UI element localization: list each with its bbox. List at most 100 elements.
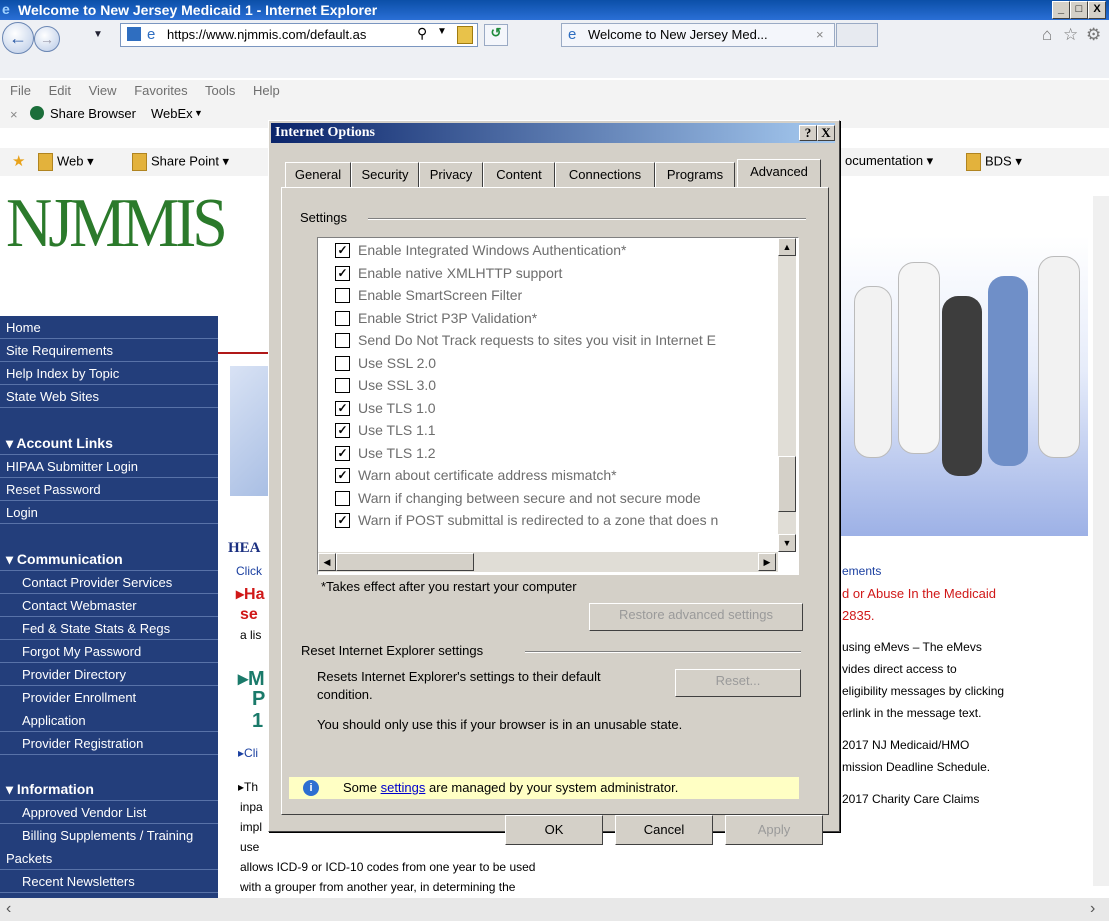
fav-share-point[interactable]: Share Point ▾ [132, 153, 229, 171]
checked-checkbox[interactable]: ✓ [335, 445, 350, 461]
setting-item[interactable]: Use SSL 3.0 [335, 377, 436, 393]
setting-item[interactable]: ✓ Use TLS 1.1 [335, 422, 436, 438]
cancel-button[interactable]: Cancel [615, 815, 713, 845]
menu-view[interactable]: View [89, 83, 117, 98]
scroll-left-small-icon[interactable]: ◀ [318, 553, 336, 571]
apply-button[interactable]: Apply [725, 815, 823, 845]
close-toolbar-icon[interactable]: × [10, 107, 18, 122]
webex-button[interactable]: WebEx [151, 106, 193, 121]
nav-communication-header[interactable]: ▾ Communication [0, 548, 218, 571]
nav-home[interactable]: Home [0, 316, 218, 339]
forward-button[interactable]: → [34, 26, 60, 52]
search-icon[interactable]: ⚲ [417, 25, 427, 42]
tab-programs[interactable]: Programs [655, 162, 735, 187]
address-dropdown-icon[interactable]: ▼ [437, 26, 447, 37]
checked-checkbox[interactable]: ✓ [335, 400, 350, 416]
address-bar[interactable]: e https://www.njmmis.com/default.as ⚲ ▼ [120, 23, 478, 47]
page-horizontal-scrollbar[interactable]: ‹ › [0, 898, 1109, 921]
nav-information-header[interactable]: ▾ Information [0, 778, 218, 801]
menu-help[interactable]: Help [253, 83, 280, 98]
nav-provider-enrollment[interactable]: Provider Enrollment [0, 686, 218, 709]
tab-general[interactable]: General [285, 162, 351, 187]
nav-hipaa-login[interactable]: HIPAA Submitter Login [0, 455, 218, 478]
settings-link[interactable]: settings [381, 780, 426, 795]
tab-content[interactable]: Content [483, 162, 555, 187]
share-browser-button[interactable]: Share Browser [50, 106, 136, 121]
lock-icon[interactable] [457, 26, 473, 44]
setting-item[interactable]: Warn if changing between secure and not … [335, 490, 701, 506]
unchecked-checkbox[interactable] [335, 378, 350, 393]
nav-login[interactable]: Login [0, 501, 218, 524]
setting-item[interactable]: Use SSL 2.0 [335, 355, 436, 371]
scroll-left-icon[interactable]: ‹ [6, 900, 11, 918]
right-link-ements[interactable]: ements [842, 564, 881, 578]
close-window-button[interactable]: X [1088, 1, 1106, 19]
url-text[interactable]: https://www.njmmis.com/default.as [167, 27, 366, 42]
new-tab-button[interactable] [836, 23, 878, 47]
nav-provider-enrollment-application[interactable]: Application [0, 709, 218, 732]
setting-item[interactable]: ✓ Use TLS 1.0 [335, 400, 436, 416]
add-favorites-star-icon[interactable]: ★ [12, 152, 25, 170]
tab-advanced[interactable]: Advanced [737, 159, 821, 188]
setting-item[interactable]: Enable Strict P3P Validation* [335, 310, 537, 326]
browser-tab[interactable]: e Welcome to New Jersey Med... × [561, 23, 835, 47]
refresh-icon[interactable]: ↺ [484, 24, 508, 46]
scroll-right-icon[interactable]: › [1090, 900, 1095, 918]
njmmis-logo[interactable]: NJMMIS [6, 182, 228, 263]
nav-billing-supplements[interactable]: Billing Supplements / Training [0, 824, 218, 847]
list-hscroll-thumb[interactable] [336, 553, 474, 571]
nav-state-web-sites[interactable]: State Web Sites [0, 385, 218, 408]
minimize-button[interactable]: _ [1052, 1, 1070, 19]
list-horizontal-scrollbar[interactable]: ◀ ▶ [318, 552, 778, 572]
checked-checkbox[interactable]: ✓ [335, 265, 350, 281]
page-vertical-scrollbar[interactable] [1093, 196, 1109, 886]
tab-close-icon[interactable]: × [816, 27, 824, 42]
compat-view-icon[interactable] [127, 27, 141, 41]
scroll-up-icon[interactable]: ▲ [778, 238, 796, 256]
maximize-button[interactable]: □ [1070, 1, 1088, 19]
back-button[interactable]: ← [2, 22, 34, 54]
unchecked-checkbox[interactable] [335, 333, 350, 348]
fav-web[interactable]: Web ▾ [38, 153, 94, 171]
restore-advanced-settings-button[interactable]: Restore advanced settings [589, 603, 803, 631]
setting-item[interactable]: Enable SmartScreen Filter [335, 287, 522, 303]
nav-approved-vendor-list[interactable]: Approved Vendor List [0, 801, 218, 824]
setting-item[interactable]: ✓ Warn if POST submittal is redirected to… [335, 512, 718, 528]
nav-account-links-header[interactable]: ▾ Account Links [0, 432, 218, 455]
home-icon[interactable]: ⌂ [1042, 25, 1052, 45]
tab-security[interactable]: Security [351, 162, 419, 187]
settings-list[interactable]: ✓ Enable Integrated Windows Authenticatio… [317, 237, 799, 575]
menu-edit[interactable]: Edit [49, 83, 71, 98]
nav-site-requirements[interactable]: Site Requirements [0, 339, 218, 362]
nav-forgot-password[interactable]: Forgot My Password [0, 640, 218, 663]
setting-item[interactable]: ✓ Enable native XMLHTTP support [335, 265, 562, 281]
nav-billing-packets[interactable]: Packets [0, 847, 218, 870]
nav-contact-webmaster[interactable]: Contact Webmaster [0, 594, 218, 617]
checked-checkbox[interactable]: ✓ [335, 243, 350, 258]
list-vertical-scrollbar[interactable]: ▲ ▼ [778, 238, 796, 552]
fav-documentation[interactable]: ocumentation ▾ [845, 153, 933, 169]
nav-fed-state-stats[interactable]: Fed & State Stats & Regs [0, 617, 218, 640]
list-scroll-thumb[interactable] [778, 456, 796, 512]
checked-checkbox[interactable]: ✓ [335, 513, 350, 528]
tab-connections[interactable]: Connections [555, 162, 655, 187]
setting-item[interactable]: ✓ Use TLS 1.2 [335, 445, 436, 461]
menu-tools[interactable]: Tools [205, 83, 235, 98]
nav-help-index[interactable]: Help Index by Topic [0, 362, 218, 385]
nav-provider-directory[interactable]: Provider Directory [0, 663, 218, 686]
dialog-close-button[interactable]: X [817, 125, 835, 141]
dialog-title-bar[interactable]: Internet Options ? X [271, 123, 835, 143]
scroll-down-icon[interactable]: ▼ [778, 534, 796, 552]
click-fragment[interactable]: ▸Cli [238, 746, 258, 760]
ok-button[interactable]: OK [505, 815, 603, 845]
reset-button[interactable]: Reset... [675, 669, 801, 697]
nav-contact-provider-services[interactable]: Contact Provider Services [0, 571, 218, 594]
tab-privacy[interactable]: Privacy [419, 162, 483, 187]
unchecked-checkbox[interactable] [335, 355, 350, 371]
setting-item[interactable]: Send Do Not Track requests to sites you … [335, 332, 716, 348]
nav-provider-registration[interactable]: Provider Registration [0, 732, 218, 755]
history-dropdown-icon[interactable]: ▼ [93, 29, 103, 40]
settings-gear-icon[interactable]: ⚙ [1086, 25, 1101, 45]
scroll-right-small-icon[interactable]: ▶ [758, 553, 776, 571]
favorites-star-icon[interactable]: ☆ [1063, 25, 1078, 45]
